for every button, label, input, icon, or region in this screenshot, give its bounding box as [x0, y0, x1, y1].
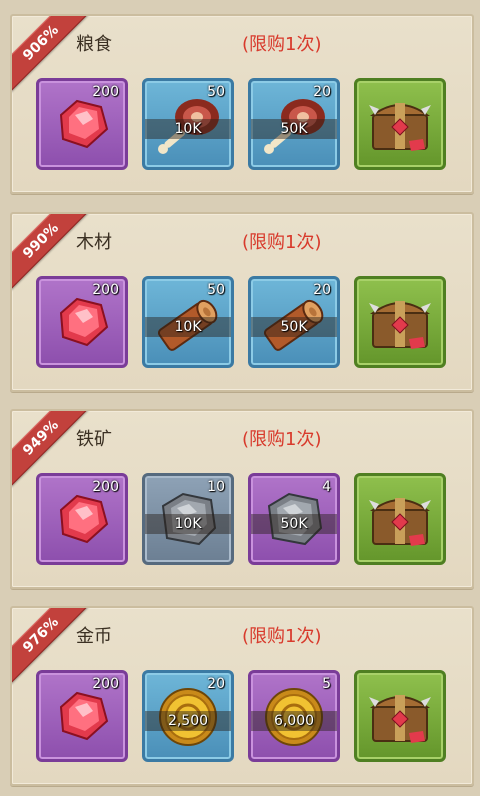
item-count: 50: [207, 282, 225, 298]
treasure-chest-icon: [369, 498, 431, 546]
pack-card-food[interactable]: 906% 粮食 (限购1次) 200 50 10K 20 50K: [10, 14, 474, 194]
pack-title: 金币: [76, 626, 112, 647]
purchase-limit: (限购1次): [242, 34, 322, 55]
item-count: 200: [92, 84, 119, 100]
treasure-chest-icon: [369, 301, 431, 349]
item-amount: 10K: [145, 514, 231, 534]
item-slot-chest[interactable]: [354, 670, 446, 762]
pack-title: 粮食: [76, 34, 112, 55]
item-slot-gold[interactable]: 5 6,000: [248, 670, 340, 762]
item-slot-chest[interactable]: [354, 78, 446, 170]
item-amount: 10K: [145, 317, 231, 337]
item-slot-gold[interactable]: 20 2,500: [142, 670, 234, 762]
pack-card-gold[interactable]: 976% 金币 (限购1次) 200 20 2,500 5 6,000: [10, 606, 474, 786]
purchase-limit: (限购1次): [242, 626, 322, 647]
item-amount: 50K: [251, 317, 337, 337]
item-count: 200: [92, 282, 119, 298]
item-count: 50: [207, 84, 225, 100]
treasure-chest-icon: [369, 695, 431, 743]
item-count: 20: [207, 676, 225, 692]
item-amount: 50K: [251, 119, 337, 139]
item-slot-gem[interactable]: 200: [36, 670, 128, 762]
item-count: 10: [207, 479, 225, 495]
item-slot-food[interactable]: 50 10K: [142, 78, 234, 170]
item-amount: 2,500: [145, 711, 231, 731]
pack-title: 铁矿: [76, 429, 112, 450]
item-count: 4: [322, 479, 331, 495]
item-slot-gem[interactable]: 200: [36, 473, 128, 565]
item-count: 200: [92, 676, 119, 692]
item-slot-iron[interactable]: 4 50K: [248, 473, 340, 565]
item-count: 200: [92, 479, 119, 495]
pack-list: 906% 粮食 (限购1次) 200 50 10K 20 50K 990% 木材…: [0, 0, 480, 796]
purchase-limit: (限购1次): [242, 232, 322, 253]
item-amount: 6,000: [251, 711, 337, 731]
purchase-limit: (限购1次): [242, 429, 322, 450]
treasure-chest-icon: [369, 103, 431, 151]
item-slot-gem[interactable]: 200: [36, 276, 128, 368]
item-amount: 50K: [251, 514, 337, 534]
item-amount: 10K: [145, 119, 231, 139]
item-slot-chest[interactable]: [354, 473, 446, 565]
pack-card-wood[interactable]: 990% 木材 (限购1次) 200 50 10K 20 50K: [10, 212, 474, 392]
item-count: 5: [322, 676, 331, 692]
item-slot-gem[interactable]: 200: [36, 78, 128, 170]
item-slot-chest[interactable]: [354, 276, 446, 368]
item-slot-wood[interactable]: 50 10K: [142, 276, 234, 368]
item-slot-food[interactable]: 20 50K: [248, 78, 340, 170]
pack-card-iron[interactable]: 949% 铁矿 (限购1次) 200 10 10K 4 50K: [10, 409, 474, 589]
item-count: 20: [313, 282, 331, 298]
item-count: 20: [313, 84, 331, 100]
item-slot-wood[interactable]: 20 50K: [248, 276, 340, 368]
item-slot-iron[interactable]: 10 10K: [142, 473, 234, 565]
pack-title: 木材: [76, 232, 112, 253]
